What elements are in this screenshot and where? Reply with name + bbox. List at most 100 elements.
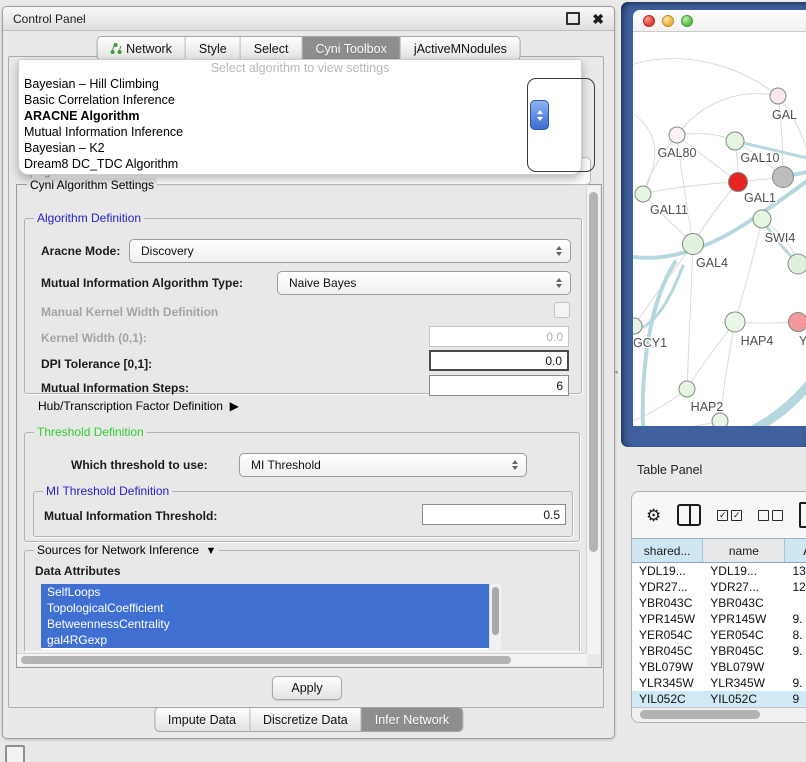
algorithm-option[interactable]: ARACNE Algorithm (19, 108, 581, 124)
table-row[interactable]: YDR27...YDR27...12 (632, 579, 806, 595)
table-cell: 13 (785, 563, 806, 579)
table-row[interactable]: YDL19...YDL19...13 (632, 563, 806, 579)
panel-splitter-handle[interactable]: ◂ (614, 368, 618, 376)
combo-arrows-icon (512, 460, 526, 470)
table-cell (785, 659, 806, 675)
mi-threshold-field[interactable] (422, 504, 566, 525)
close-panel-icon[interactable]: ✖ (592, 14, 604, 24)
close-window-icon[interactable] (643, 15, 655, 27)
combo-stepper-icon[interactable] (530, 100, 549, 130)
mi-threshold-input[interactable] (423, 505, 565, 524)
algorithm-option[interactable]: Dream8 DC_TDC Algorithm (19, 156, 581, 172)
deselect-all-columns-icon[interactable] (758, 510, 783, 521)
mi-type-combo[interactable]: Naive Bayes (277, 271, 571, 295)
mi-steps-input[interactable] (430, 376, 568, 395)
network-edge (735, 219, 762, 322)
bottom-tab-impute-data[interactable]: Impute Data (155, 708, 250, 731)
table-header-row: shared...nameA (632, 538, 806, 563)
data-attribute-item[interactable]: gal4RGexp (41, 632, 489, 648)
hub-section-toggle[interactable]: Hub/Transcription Factor Definition ▶ (38, 399, 239, 413)
table-cell (785, 595, 806, 611)
network-node-gal4[interactable] (683, 234, 704, 255)
aracne-mode-label: Aracne Mode: (41, 244, 120, 258)
network-canvas[interactable]: GALGAL80GAL10GAL1GAL11SWI4GAL4GCY1HAP4YH… (633, 32, 806, 426)
data-attribute-item[interactable]: TopologicalCoefficient (41, 600, 489, 616)
tab-cyni-toolbox[interactable]: Cyni Toolbox (302, 37, 400, 60)
tab-select[interactable]: Select (241, 37, 303, 60)
mi-threshold-group: MI Threshold Definition Mutual Informati… (33, 491, 573, 537)
network-node-hap4[interactable] (725, 312, 745, 332)
network-node-gal[interactable] (770, 88, 786, 104)
network-edge (687, 244, 693, 389)
table-row[interactable]: YER054CYER054C8. (632, 627, 806, 643)
table-cell: YIL052C (703, 691, 785, 707)
network-node-gcy1[interactable] (633, 318, 642, 334)
collapsed-arrow-icon: ▶ (226, 399, 239, 413)
table-horizontal-scrollbar[interactable] (632, 707, 806, 722)
settings-horizontal-scrollbar[interactable] (17, 653, 587, 666)
data-attributes-label: Data Attributes (35, 564, 121, 578)
zoom-window-icon[interactable] (681, 15, 693, 27)
which-threshold-combo[interactable]: MI Threshold (239, 453, 527, 477)
table-cell: YDL19... (703, 563, 785, 579)
apply-button[interactable]: Apply (272, 676, 342, 700)
network-tab-icon (110, 43, 121, 55)
collapsed-panel-icon[interactable] (5, 745, 25, 762)
table-column-header[interactable]: A (785, 539, 806, 562)
table-panel-title: Table Panel (637, 463, 702, 477)
settings-vertical-scrollbar[interactable] (586, 186, 600, 654)
network-node[interactable] (712, 413, 728, 426)
table-body: YDL19...YDL19...13YDR27...YDR27...12YBR0… (632, 563, 806, 707)
sources-title[interactable]: Sources for Network Inference ▼ (34, 543, 219, 557)
column-layout-icon[interactable] (677, 504, 701, 526)
export-table-icon[interactable] (799, 502, 806, 528)
algorithm-option[interactable]: Basic Correlation Inference (19, 92, 581, 108)
minimize-window-icon[interactable] (662, 15, 674, 27)
dpi-tolerance-input[interactable] (431, 353, 567, 370)
bottom-tab-infer-network[interactable]: Infer Network (362, 708, 462, 731)
algorithm-option[interactable]: Bayesian – Hill Climbing (19, 76, 581, 92)
select-all-columns-icon[interactable]: ✓✓ (717, 510, 742, 521)
network-edge (749, 382, 806, 426)
algorithm-option[interactable]: Bayesian – K2 (19, 140, 581, 156)
table-row[interactable]: YBR043CYBR043C (632, 595, 806, 611)
aracne-mode-combo[interactable]: Discovery (129, 239, 571, 263)
table-row[interactable]: YIL052CYIL052C9 (632, 691, 806, 707)
table-cell: 9 (785, 691, 806, 707)
table-cell: YBR045C (703, 643, 785, 659)
dpi-tolerance-field[interactable] (429, 350, 569, 371)
network-node-gal1[interactable] (729, 173, 748, 192)
table-row[interactable]: YLR345WYLR345W9. (632, 675, 806, 691)
expanded-arrow-icon: ▼ (202, 545, 216, 557)
network-node-gal11[interactable] (635, 186, 651, 202)
dpi-tolerance-label: DPI Tolerance [0,1]: (41, 357, 152, 371)
table-panel-window: ⚙ ✓✓ shared...nameA YDL19...YDL19...13YD… (631, 491, 806, 723)
data-attribute-item[interactable]: SelfLoops (41, 584, 489, 600)
network-node-label: SWI4 (765, 231, 796, 245)
mi-steps-field[interactable] (429, 375, 569, 396)
network-node-gal80[interactable] (669, 127, 685, 143)
network-node-y[interactable] (789, 313, 806, 332)
table-row[interactable]: YBL079WYBL079W (632, 659, 806, 675)
network-node-hap2[interactable] (679, 381, 695, 397)
attributes-scrollbar[interactable] (489, 584, 501, 650)
tab-network[interactable]: Network (97, 37, 186, 60)
table-cell: 9. (785, 611, 806, 627)
bottom-tab-discretize-data[interactable]: Discretize Data (250, 708, 362, 731)
data-attribute-item[interactable]: BetweennessCentrality (41, 616, 489, 632)
network-node-gal10[interactable] (726, 132, 744, 150)
table-cell: 12 (785, 579, 806, 595)
float-panel-icon[interactable] (566, 12, 580, 25)
network-node-swi4[interactable] (753, 210, 771, 228)
table-settings-gear-icon[interactable]: ⚙ (646, 507, 661, 524)
mi-type-label: Mutual Information Algorithm Type: (41, 276, 243, 290)
tab-style[interactable]: Style (186, 37, 241, 60)
table-row[interactable]: YBR045CYBR045C9. (632, 643, 806, 659)
table-column-header[interactable]: name (703, 539, 785, 562)
network-node[interactable] (773, 167, 794, 188)
table-row[interactable]: YPR145WYPR145W9. (632, 611, 806, 627)
tab-jactivemnodules[interactable]: jActiveMNodules (401, 37, 520, 60)
network-node[interactable] (788, 254, 806, 274)
algorithm-option[interactable]: Mutual Information Inference (19, 124, 581, 140)
table-column-header[interactable]: shared... (632, 539, 703, 562)
